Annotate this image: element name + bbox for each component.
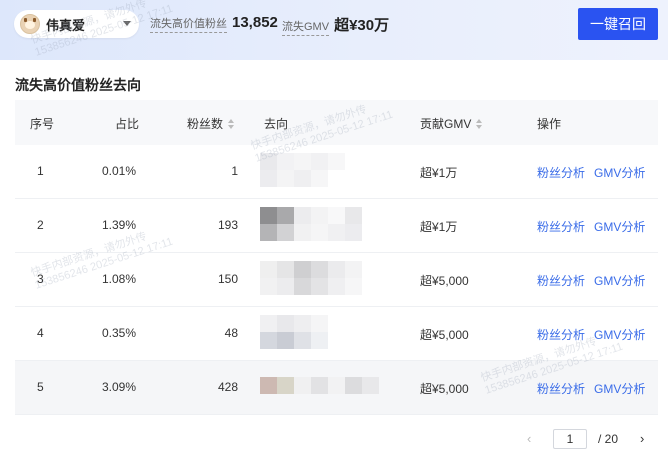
pagination: ‹ / 20 › (0, 429, 668, 449)
row-index: 3 (37, 272, 44, 286)
caret-down-icon (123, 21, 131, 26)
top-banner: 伟真爱 流失高价值粉丝 13,852 流失GMV 超¥30万 一键召回 (0, 0, 668, 60)
table-row: 4 0.35% 48 超¥5,000 粉丝分析 GMV分析 (15, 307, 658, 361)
blurred-destination-image (260, 315, 328, 349)
row-gmv: 超¥5,000 (420, 382, 469, 396)
col-ratio: 占比 (115, 117, 140, 131)
fans-analysis-link[interactable]: 粉丝分析 (537, 380, 585, 397)
row-ratio: 0.01% (102, 164, 137, 178)
col-fans[interactable]: 粉丝数 (187, 115, 235, 132)
row-gmv: 超¥5,000 (420, 328, 469, 342)
row-index: 1 (37, 164, 44, 178)
sort-icon[interactable] (476, 118, 483, 129)
fans-destination-table: 序号 占比 粉丝数 去向 贡献GMV 操作 1 0.01% 1 超¥1万 粉丝分… (15, 100, 658, 415)
col-index: 序号 (30, 117, 55, 131)
section-title: 流失高价值粉丝去向 (15, 77, 141, 93)
row-ratio: 0.35% (102, 326, 137, 340)
blurred-destination-image (260, 377, 379, 394)
col-gmv[interactable]: 贡献GMV (420, 115, 483, 132)
row-ratio: 1.08% (102, 272, 137, 286)
metric-lost-fans: 流失高价值粉丝 13,852 (150, 14, 278, 33)
col-destination: 去向 (264, 117, 289, 131)
row-index: 5 (37, 380, 44, 394)
table-row: 5 3.09% 428 超¥5,000 粉丝分析 GMV分析 (15, 361, 658, 415)
metric-label[interactable]: 流失高价值粉丝 (150, 15, 227, 33)
account-name: 伟真爱 (46, 17, 86, 33)
table-row: 2 1.39% 193 超¥1万 粉丝分析 GMV分析 (15, 199, 658, 253)
page-number-input[interactable] (553, 429, 587, 449)
metric-label[interactable]: 流失GMV (282, 18, 330, 36)
row-gmv: 超¥1万 (420, 220, 458, 234)
blurred-destination-image (260, 153, 345, 187)
gmv-analysis-link[interactable]: GMV分析 (594, 326, 645, 343)
table-row: 1 0.01% 1 超¥1万 粉丝分析 GMV分析 (15, 145, 658, 199)
table-row: 3 1.08% 150 超¥5,000 粉丝分析 GMV分析 (15, 253, 658, 307)
row-ratio: 1.39% (102, 218, 137, 232)
metric-value: 超¥30万 (334, 17, 390, 34)
fans-analysis-link[interactable]: 粉丝分析 (537, 272, 585, 289)
account-selector[interactable]: 伟真爱 (14, 10, 139, 38)
page-total: / 20 (598, 432, 619, 446)
avatar (20, 14, 40, 34)
row-fans: 193 (217, 218, 238, 232)
gmv-analysis-link[interactable]: GMV分析 (594, 218, 645, 235)
row-ratio: 3.09% (102, 380, 137, 394)
gmv-analysis-link[interactable]: GMV分析 (594, 164, 645, 181)
blurred-destination-image (260, 207, 362, 241)
one-click-recall-button[interactable]: 一键召回 (578, 8, 658, 40)
col-actions: 操作 (537, 117, 562, 131)
row-gmv: 超¥1万 (420, 166, 458, 180)
gmv-analysis-link[interactable]: GMV分析 (594, 380, 645, 397)
chevron-right-icon[interactable]: › (640, 431, 644, 446)
gmv-analysis-link[interactable]: GMV分析 (594, 272, 645, 289)
row-gmv: 超¥5,000 (420, 274, 469, 288)
row-index: 4 (37, 326, 44, 340)
row-index: 2 (37, 218, 44, 232)
sort-icon[interactable] (228, 118, 235, 129)
fans-analysis-link[interactable]: 粉丝分析 (537, 326, 585, 343)
row-fans: 428 (217, 380, 238, 394)
fans-analysis-link[interactable]: 粉丝分析 (537, 164, 585, 181)
chevron-left-icon[interactable]: ‹ (527, 431, 531, 446)
row-fans: 48 (224, 326, 238, 340)
row-fans: 150 (217, 272, 238, 286)
metric-value: 13,852 (232, 14, 278, 31)
blurred-destination-image (260, 261, 362, 295)
fans-analysis-link[interactable]: 粉丝分析 (537, 218, 585, 235)
row-fans: 1 (231, 164, 238, 178)
table-header: 序号 占比 粉丝数 去向 贡献GMV 操作 (15, 100, 658, 145)
metric-lost-gmv: 流失GMV 超¥30万 (282, 14, 389, 36)
